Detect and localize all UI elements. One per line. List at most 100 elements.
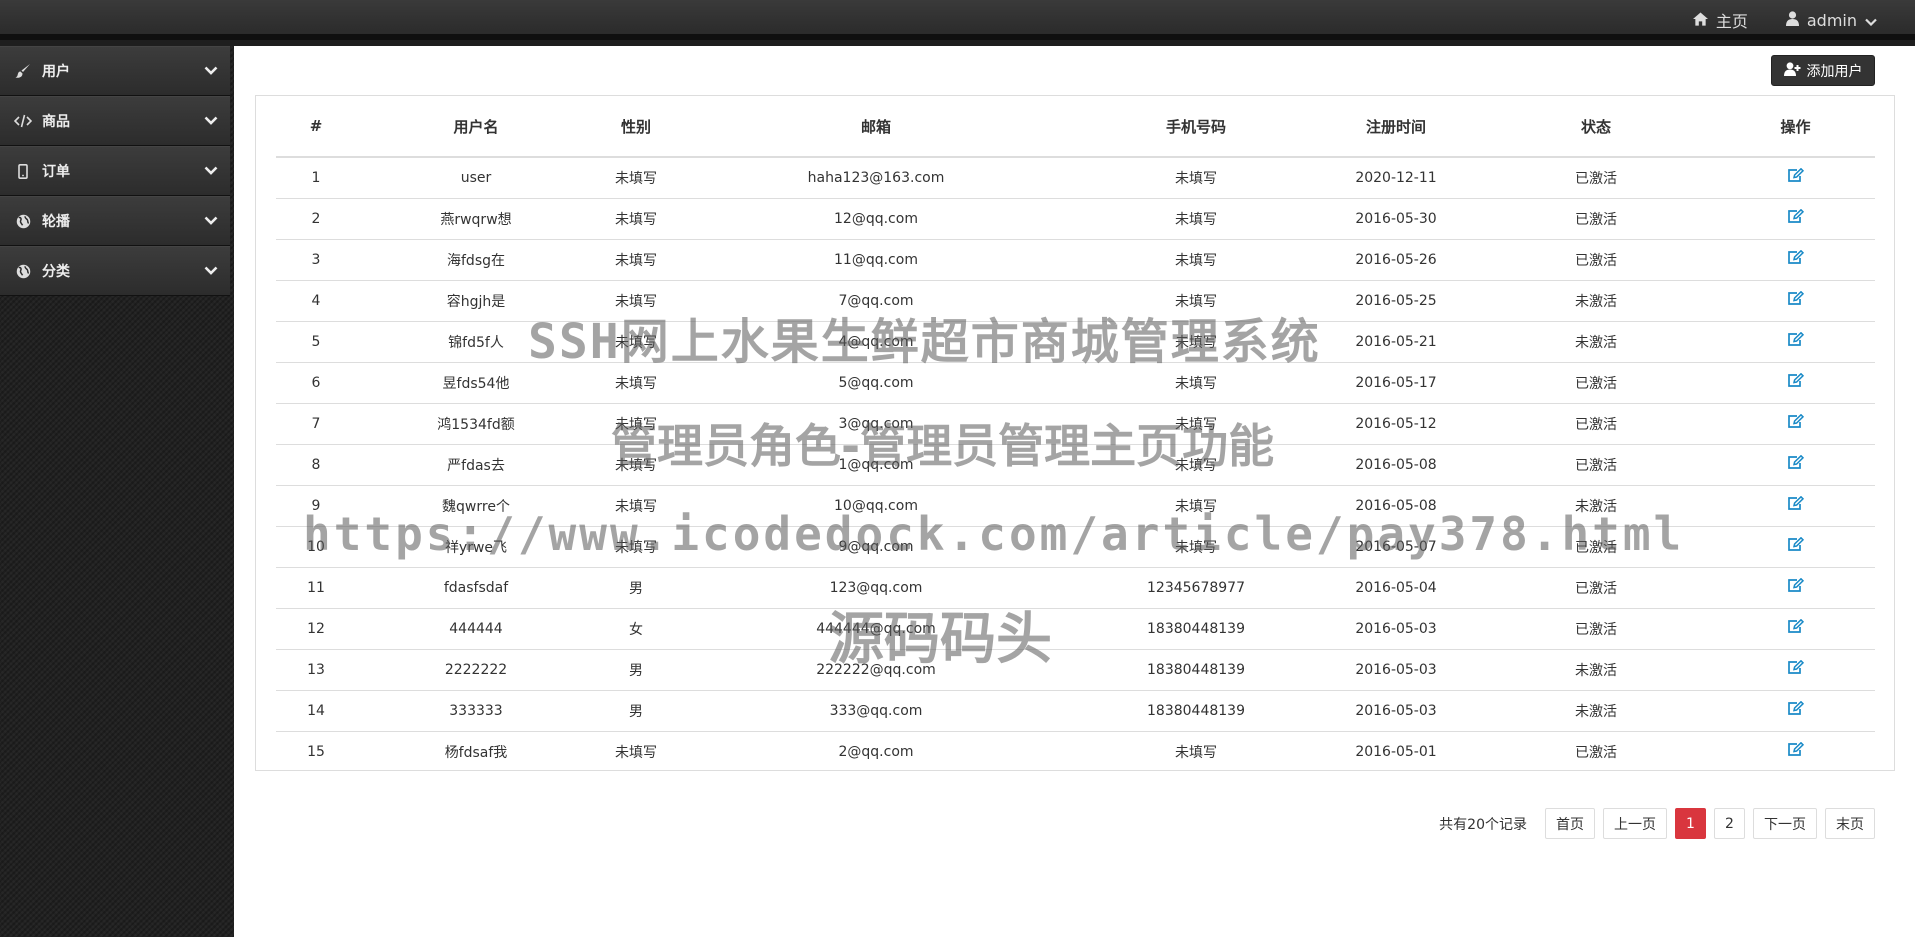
add-user-label: 添加用户 [1806,63,1863,80]
chevron-down-icon [1865,11,1877,30]
table-row: 10 祥yrwe飞 未填写 9@qq.com 未填写 2016-05-07 已激活 [276,526,1875,568]
next-page-button[interactable]: 下一页 [1753,808,1817,839]
edit-icon[interactable] [1787,659,1805,679]
gender-cell: 男 [596,567,676,609]
sidebar-item-users[interactable]: 用户 [0,46,230,96]
status-cell: 已激活 [1575,744,1617,761]
register-date-cell: 2016-05-04 [1316,567,1476,609]
username-cell: 锦fd5f人 [356,321,596,363]
page-2-button[interactable]: 2 [1714,808,1745,839]
globe-icon [14,262,32,280]
row-index: 13 [276,649,356,691]
email-cell: 2@qq.com [838,743,914,760]
row-index: 11 [276,567,356,609]
actions-cell [1716,157,1875,199]
actions-cell [1716,239,1875,281]
edit-icon[interactable] [1787,454,1805,474]
register-date-cell: 2016-05-30 [1316,198,1476,240]
brush-icon [14,62,32,80]
email-cell: 12@qq.com [676,198,1076,240]
phone-cell: 未填写 [1175,744,1217,761]
phone-cell: 未填写 [1076,198,1316,240]
status-cell: 未激活 [1476,280,1716,322]
status-cell: 未激活 [1476,649,1716,691]
edit-icon[interactable] [1787,413,1805,433]
edit-icon[interactable] [1787,577,1805,597]
edit-icon[interactable] [1787,249,1805,269]
edit-icon[interactable] [1787,167,1805,187]
actions-cell [1716,280,1875,322]
actions-cell [1716,690,1875,732]
user-label: admin [1806,10,1857,30]
status-cell: 已激活 [1476,403,1716,445]
first-page-button[interactable]: 首页 [1545,808,1595,839]
row-index: 1 [276,157,356,199]
actions-cell [1716,444,1875,486]
chevron-down-icon [204,213,218,229]
actions-cell [1716,731,1875,772]
edit-icon[interactable] [1787,741,1805,761]
table-row: 8 严fdas去 未填写 1@qq.com 未填写 2016-05-08 已激活 [276,444,1875,486]
sidebar-item-products[interactable]: 商品 [0,96,230,146]
row-index: 5 [276,321,356,363]
username-cell: 2222222 [356,649,596,691]
email-cell: haha123@163.com [676,157,1076,199]
sidebar-item-label: 轮播 [42,214,70,230]
phone-cell: 未填写 [1076,403,1316,445]
add-user-icon [1783,61,1801,80]
page-1-button[interactable]: 1 [1675,808,1706,839]
email-cell: 7@qq.com [676,280,1076,322]
register-date-cell: 2016-05-03 [1316,608,1476,650]
edit-icon[interactable] [1787,618,1805,638]
username-cell: 严fdas去 [356,444,596,486]
status-cell: 已激活 [1476,526,1716,568]
email-cell: 9@qq.com [676,526,1076,568]
edit-icon[interactable] [1787,290,1805,310]
gender-cell: 未填写 [596,157,676,199]
row-index: 2 [276,198,356,240]
code-icon [14,112,32,130]
row-index: 12 [276,608,356,650]
gender-cell: 未填写 [596,239,676,281]
register-date-cell: 2016-05-01 [1355,743,1437,760]
status-cell: 已激活 [1476,608,1716,650]
main-content: 添加用户 # 用户名 性别 邮箱 手机号码 注册时间 状态 操作 1 user 未填写 haha12… [234,46,1915,937]
gender-cell: 未填写 [596,485,676,527]
edit-icon[interactable] [1787,536,1805,556]
row-index: 9 [276,485,356,527]
prev-page-button[interactable]: 上一页 [1603,808,1667,839]
username-cell: 333333 [356,690,596,732]
email-cell: 222222@qq.com [676,649,1076,691]
edit-icon[interactable] [1787,495,1805,515]
chevron-down-icon [204,113,218,129]
sidebar-item-carousel[interactable]: 轮播 [0,196,230,246]
row-index: 6 [276,362,356,404]
actions-cell [1716,608,1875,650]
column-header: 邮箱 [676,96,1076,158]
column-header: 用户名 [356,96,596,158]
total-records: 共有20个记录 [1439,816,1527,833]
edit-icon[interactable] [1787,331,1805,351]
home-link[interactable]: 主页 [1692,8,1748,32]
last-page-button[interactable]: 末页 [1825,808,1875,839]
table-row: 2 燕rwqrw想 未填写 12@qq.com 未填写 2016-05-30 已激活 [276,198,1875,240]
top-nav: 主页 admin [1692,0,1877,40]
edit-icon[interactable] [1787,700,1805,720]
edit-icon[interactable] [1787,208,1805,228]
column-header: 手机号码 [1076,96,1316,158]
gender-cell: 未填写 [596,198,676,240]
phone-cell: 未填写 [1076,444,1316,486]
phone-cell: 未填写 [1076,526,1316,568]
email-cell: 11@qq.com [676,239,1076,281]
gender-cell: 未填写 [596,321,676,363]
sidebar-item-orders[interactable]: 订单 [0,146,230,196]
status-cell: 未激活 [1476,321,1716,363]
row-index: 8 [276,444,356,486]
add-user-button[interactable]: 添加用户 [1771,55,1875,86]
user-menu[interactable]: admin [1785,10,1877,30]
username-cell: user [356,157,596,199]
sidebar-item-categories[interactable]: 分类 [0,246,230,296]
chevron-down-icon [204,63,218,79]
edit-icon[interactable] [1787,372,1805,392]
register-date-cell: 2016-05-07 [1316,526,1476,568]
